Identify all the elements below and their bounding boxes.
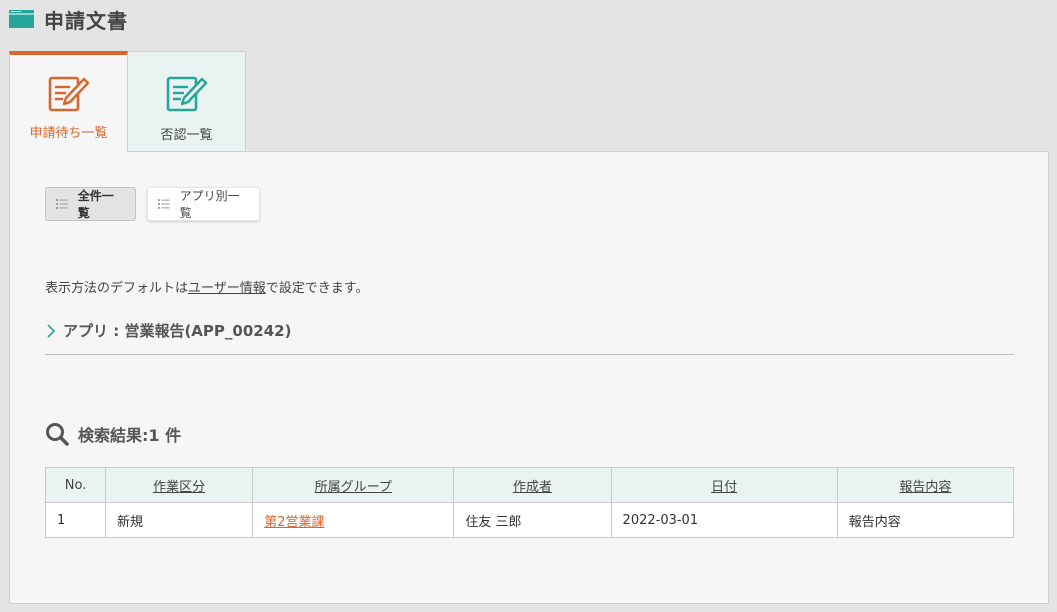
list-icon [56, 199, 68, 209]
page-title: 申請文書 [44, 8, 128, 33]
cell-author: 住友 三郎 [453, 502, 612, 538]
result-table: No. 作業区分 所属グループ 作成者 日付 報告内容 1 新規 第2営業課 住… [44, 467, 1015, 538]
cell-date: 2022-03-01 [610, 502, 838, 538]
tab-rejected-list[interactable]: 否認一覧 [127, 51, 246, 152]
column-group[interactable]: 所属グループ [252, 467, 455, 503]
edit-document-icon [48, 76, 89, 112]
content-panel: 全件一覧 アプリ別一覧 表示方法のデフォルトはユーザー情報で設定できます。 アプ… [9, 151, 1049, 604]
search-result-heading: 検索結果:1 件 [45, 422, 181, 446]
edit-document-icon [166, 76, 207, 112]
user-info-link[interactable]: ユーザー情報 [188, 281, 266, 296]
app-section-label: アプリ : 営業報告(APP_00242) [63, 322, 292, 340]
app-section-toggle[interactable]: アプリ : 営業報告(APP_00242) [46, 320, 291, 341]
cell-work-type: 新規 [105, 502, 254, 538]
column-author[interactable]: 作成者 [453, 467, 612, 503]
search-icon [46, 423, 69, 446]
search-result-count: 検索結果:1 件 [78, 426, 182, 445]
column-work-type[interactable]: 作業区分 [105, 467, 254, 503]
tab-label: 否認一覧 [160, 128, 213, 143]
cell-group-link[interactable]: 第2営業課 [252, 502, 455, 538]
table-row: 1 新規 第2営業課 住友 三郎 2022-03-01 報告内容 [44, 502, 1015, 538]
app-list-label: アプリ別一覧 [179, 189, 240, 220]
chevron-right-icon [47, 323, 56, 338]
list-icon [158, 199, 170, 209]
cell-report-content: 報告内容 [836, 502, 1015, 538]
view-mode-buttons: 全件一覧 アプリ別一覧 [45, 187, 260, 221]
tab-label: 申請待ち一覧 [29, 126, 108, 141]
cell-no: 1 [44, 502, 107, 538]
tab-pending-list[interactable]: 申請待ち一覧 [9, 51, 128, 152]
window-icon [9, 10, 34, 28]
column-report-content[interactable]: 報告内容 [836, 467, 1015, 503]
all-list-button[interactable]: 全件一覧 [45, 187, 136, 221]
all-list-label: 全件一覧 [77, 189, 114, 220]
default-view-hint: 表示方法のデフォルトはユーザー情報で設定できます。 [45, 277, 368, 296]
hint-suffix: で設定できます。 [265, 281, 369, 296]
section-divider [45, 354, 1014, 355]
column-date[interactable]: 日付 [610, 467, 838, 503]
column-no: No. [44, 467, 107, 503]
hint-prefix: 表示方法のデフォルトは [45, 281, 189, 296]
page-header: 申請文書 [9, 6, 128, 33]
table-header-row: No. 作業区分 所属グループ 作成者 日付 報告内容 [44, 467, 1015, 503]
app-list-button[interactable]: アプリ別一覧 [147, 187, 260, 221]
tab-bar: 申請待ち一覧 否認一覧 [9, 51, 246, 152]
